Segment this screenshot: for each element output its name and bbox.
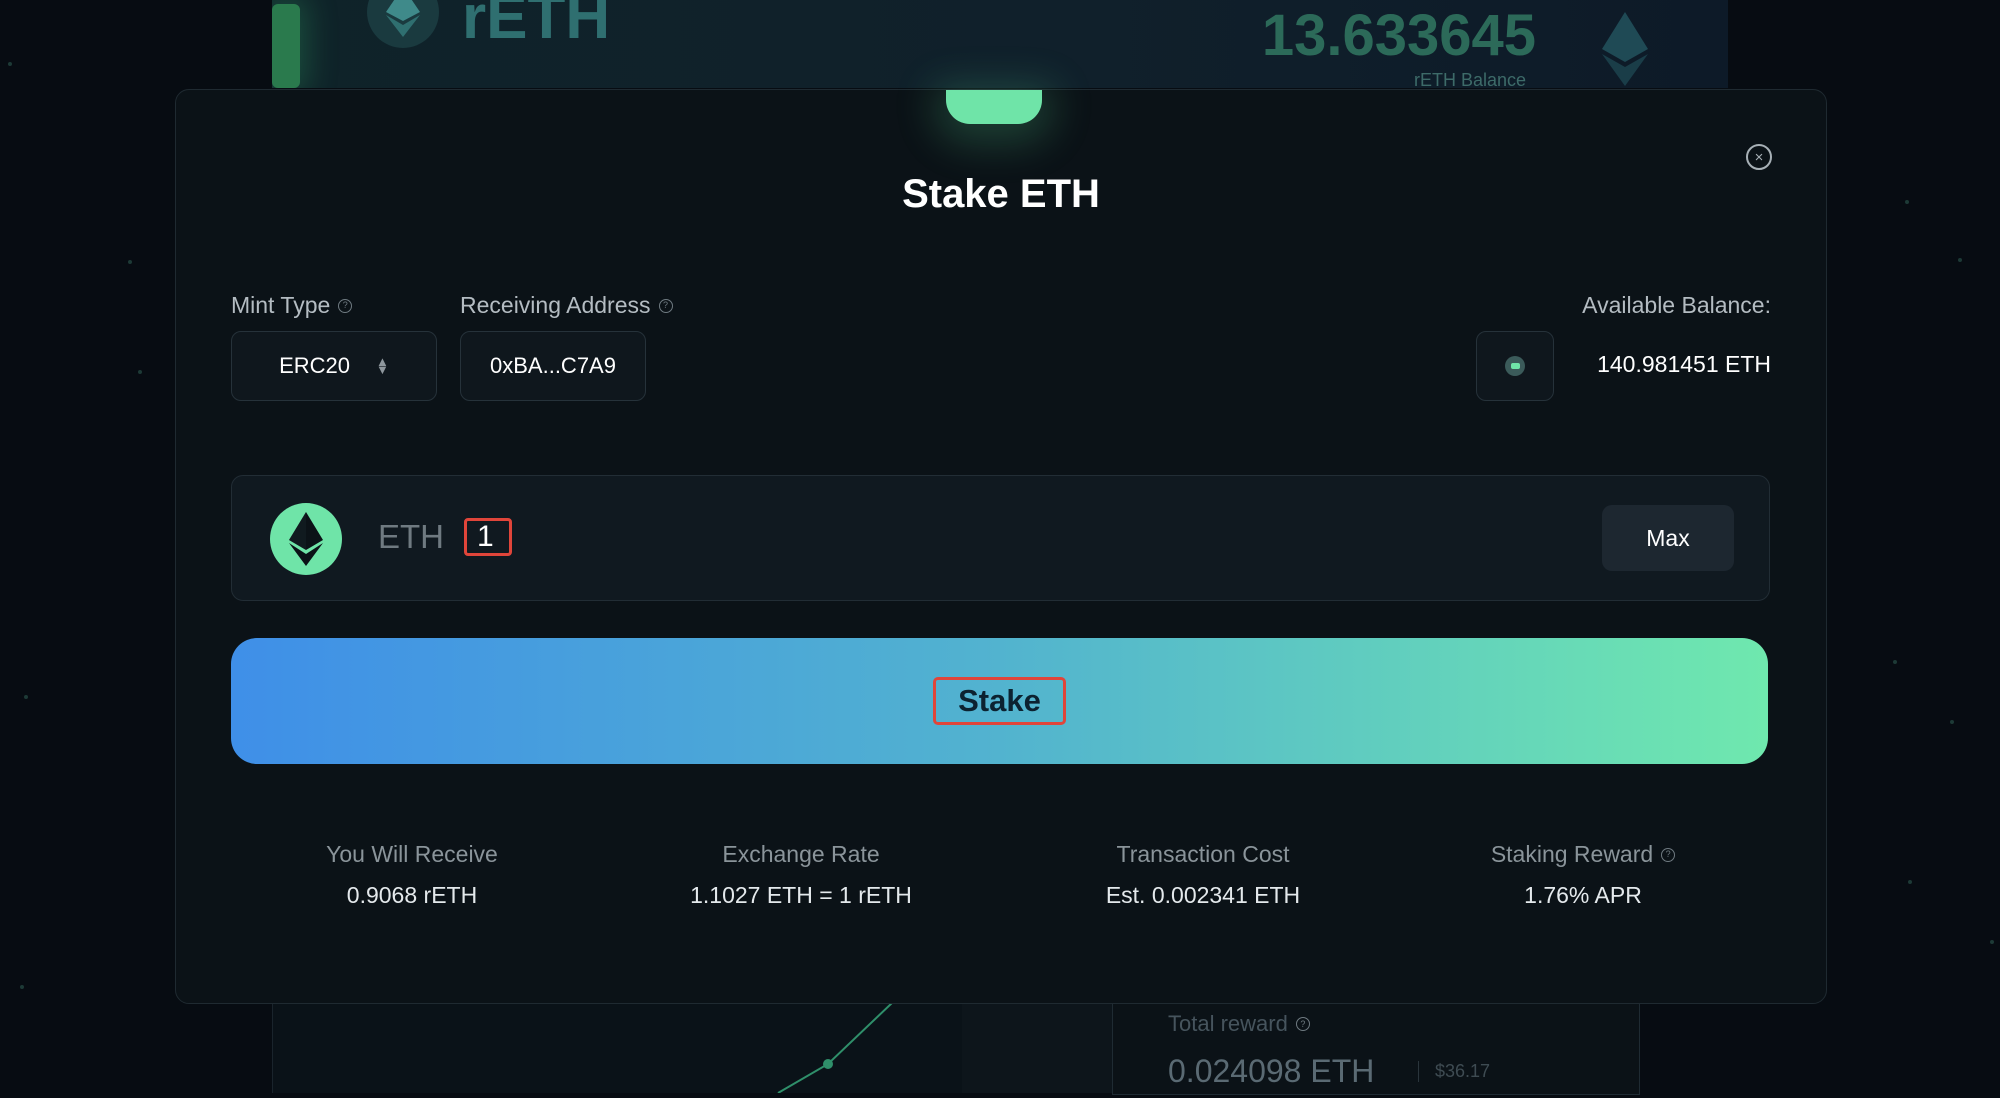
modal-title: Stake ETH bbox=[902, 172, 1100, 216]
help-icon: ? bbox=[1295, 1017, 1310, 1031]
mint-type-select[interactable]: ERC20 ▲ ▼ bbox=[231, 331, 437, 401]
stake-modal: × Stake ETH Mint Type ? ERC20 ▲ ▼ Receivi… bbox=[175, 89, 1827, 1004]
stake-button-label: Stake bbox=[933, 677, 1066, 725]
total-reward-card: Total reward ? 0.024098 ETH $36.17 bbox=[1112, 1002, 1640, 1095]
header-ticker: rETH bbox=[462, 0, 611, 52]
chart-line bbox=[777, 1001, 894, 1094]
max-button[interactable]: Max bbox=[1602, 505, 1734, 571]
mint-type-value: ERC20 bbox=[279, 353, 351, 378]
background-chart-panel bbox=[272, 1001, 963, 1094]
reth-coin-icon bbox=[367, 0, 439, 48]
amount-input[interactable] bbox=[464, 518, 512, 556]
wallet-button[interactable] bbox=[1476, 331, 1554, 401]
total-reward-label: Total reward ? bbox=[1168, 1011, 1310, 1037]
eth-icon bbox=[270, 503, 342, 575]
wallet-icon bbox=[1505, 356, 1525, 376]
stake-button[interactable]: Stake bbox=[231, 638, 1768, 764]
help-icon[interactable]: ? bbox=[338, 298, 353, 313]
amount-card: ETH Max bbox=[231, 475, 1770, 601]
stat-you-will-receive: You Will Receive 0.9068 rETH bbox=[326, 841, 498, 908]
receiving-address-value: 0xBA...C7A9 bbox=[490, 353, 616, 378]
total-reward-usd: $36.17 bbox=[1418, 1061, 1490, 1082]
receiving-address-label: Receiving Address ? bbox=[460, 292, 673, 319]
header-accent bbox=[272, 4, 300, 88]
help-icon[interactable]: ? bbox=[1661, 847, 1676, 862]
eth-icon bbox=[1602, 12, 1648, 88]
header-balance-label: rETH Balance bbox=[1413, 70, 1526, 88]
stat-transaction-cost: Transaction Cost Est. 0.002341 ETH bbox=[1105, 841, 1301, 908]
available-balance-value: 140.981451 ETH bbox=[1597, 351, 1771, 377]
token-label: ETH bbox=[378, 518, 444, 555]
help-icon[interactable]: ? bbox=[658, 298, 673, 313]
modal-glow bbox=[946, 90, 1042, 124]
header-balance-value: 13.633645 bbox=[1261, 3, 1536, 68]
available-balance-label: Available Balance: bbox=[1582, 292, 1771, 318]
background-panel-gap bbox=[962, 1002, 1112, 1093]
total-reward-value: 0.024098 ETH bbox=[1168, 1053, 1375, 1089]
close-icon[interactable]: × bbox=[1746, 144, 1772, 170]
background-header: rETH 13.633645 rETH Balance bbox=[272, 0, 1728, 88]
stat-exchange-rate: Exchange Rate 1.1027 ETH = 1 rETH bbox=[690, 841, 912, 908]
stat-staking-reward: Staking Reward ? 1.76% APR bbox=[1413, 841, 1753, 909]
receiving-address-field[interactable]: 0xBA...C7A9 bbox=[460, 331, 646, 401]
mint-type-label: Mint Type ? bbox=[231, 292, 353, 319]
updown-icon: ▲ ▼ bbox=[376, 354, 389, 377]
